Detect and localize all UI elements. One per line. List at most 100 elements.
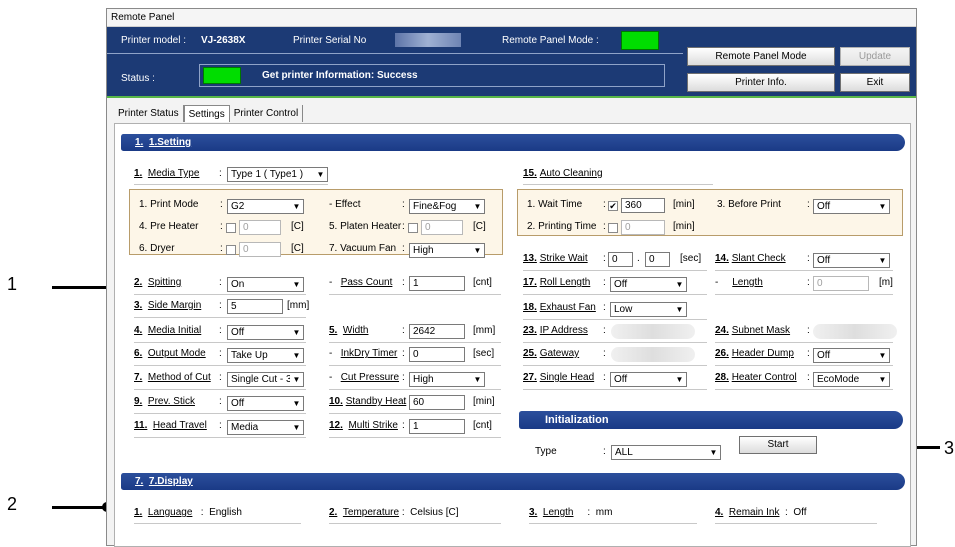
setting-section-title: 1.Setting xyxy=(148,137,192,148)
chevron-down-icon: ▼ xyxy=(290,397,303,410)
before-print-select[interactable]: Off ▼ xyxy=(813,199,890,214)
output-mode-select[interactable]: Take Up ▼ xyxy=(227,348,304,363)
cut-pressure-label: - Cut Pressure xyxy=(329,372,400,383)
chevron-down-icon: ▼ xyxy=(876,200,889,213)
exhaust-fan-select[interactable]: Low ▼ xyxy=(610,302,687,317)
setting-section-header[interactable]: 1. 1.Setting xyxy=(121,134,905,151)
single-head-label: 27. Single Head xyxy=(523,372,595,383)
wait-time-input[interactable]: 360 xyxy=(621,198,665,213)
remote-panel-window: Remote Panel Printer model : VJ-2638X Pr… xyxy=(106,8,917,547)
media-type-select[interactable]: Type 1 ( Type1 ) ▼ xyxy=(227,167,328,182)
width-input[interactable]: 2642 xyxy=(409,324,465,339)
serial-number-redacted xyxy=(395,33,461,47)
pass-count-input[interactable]: 1 xyxy=(409,276,465,291)
platen-heater-checkbox[interactable] xyxy=(408,223,418,233)
prev-stick-select[interactable]: Off ▼ xyxy=(227,396,304,411)
tab-printer-status[interactable]: Printer Status xyxy=(114,105,184,122)
exhaust-fan-label: 18. Exhaust Fan xyxy=(523,302,596,313)
side-margin-input[interactable]: 5 xyxy=(227,299,283,314)
method-of-cut-select[interactable]: Single Cut - 3 ▼ xyxy=(227,372,304,387)
callout-1: 1 xyxy=(7,274,18,294)
length-input[interactable]: 0 xyxy=(813,276,869,291)
platen-heater-label: 5. Platen Heater xyxy=(329,221,402,232)
print-mode-label: 1. Print Mode xyxy=(139,199,199,210)
display-section-header[interactable]: 7. 7.Display xyxy=(121,473,905,490)
status-message: Get printer Information: Success xyxy=(262,70,418,81)
pre-heater-label: 4. Pre Heater xyxy=(139,221,199,232)
ip-address-label: 23. IP Address xyxy=(523,325,588,336)
chevron-down-icon: ▼ xyxy=(471,373,484,386)
wait-time-label: 1. Wait Time xyxy=(527,199,583,210)
dryer-checkbox[interactable] xyxy=(226,245,236,255)
inkdry-timer-label: - InkDry Timer xyxy=(329,348,398,359)
callout-2: 2 xyxy=(7,494,18,514)
gateway-field[interactable] xyxy=(611,347,695,362)
length-label: - Length xyxy=(715,277,763,288)
dryer-input[interactable]: 0 xyxy=(239,242,281,257)
roll-length-select[interactable]: Off ▼ xyxy=(610,277,687,292)
strike-wait-input-2[interactable]: 0 xyxy=(645,252,670,267)
standby-heat-label: 10. Standby Heat xyxy=(329,396,407,407)
init-type-label: Type xyxy=(535,446,557,457)
chevron-down-icon: ▼ xyxy=(673,303,686,316)
status-indicator xyxy=(203,67,241,84)
print-mode-select[interactable]: G2 ▼ xyxy=(227,199,304,214)
cut-pressure-select[interactable]: High ▼ xyxy=(409,372,485,387)
temperature-label: 2. Temperature : Celsius [C] xyxy=(329,507,459,518)
header-dump-label: 26. Header Dump xyxy=(715,348,794,359)
head-travel-select[interactable]: Media ▼ xyxy=(227,420,304,435)
strike-wait-input-1[interactable]: 0 xyxy=(608,252,633,267)
update-button[interactable]: Update xyxy=(840,47,910,66)
chevron-down-icon: ▼ xyxy=(290,349,303,362)
init-type-select[interactable]: ALL ▼ xyxy=(611,445,721,460)
single-head-select[interactable]: Off ▼ xyxy=(610,372,687,387)
output-mode-label: 6. Output Mode xyxy=(134,348,206,359)
ip-address-field[interactable] xyxy=(611,324,695,339)
header-dump-select[interactable]: Off ▼ xyxy=(813,348,890,363)
spitting-select[interactable]: On ▼ xyxy=(227,277,304,292)
language-label: 1. Language : English xyxy=(134,507,242,518)
multi-strike-input[interactable]: 1 xyxy=(409,419,465,434)
chevron-down-icon: ▼ xyxy=(290,373,303,386)
tab-printer-control[interactable]: Printer Control xyxy=(230,105,304,122)
tab-settings[interactable]: Settings xyxy=(183,105,230,122)
status-label: Status : xyxy=(121,73,155,84)
pre-heater-input[interactable]: 0 xyxy=(239,220,281,235)
status-box: Get printer Information: Success xyxy=(199,64,665,87)
exit-button[interactable]: Exit xyxy=(840,73,910,92)
subnet-mask-field[interactable] xyxy=(813,324,897,339)
chevron-down-icon: ▼ xyxy=(876,254,889,267)
chevron-down-icon: ▼ xyxy=(673,278,686,291)
printer-model-value: VJ-2638X xyxy=(201,35,246,46)
printing-time-checkbox[interactable] xyxy=(608,223,618,233)
chevron-down-icon: ▼ xyxy=(707,446,720,459)
slant-check-select[interactable]: Off ▼ xyxy=(813,253,890,268)
callout-1-line xyxy=(52,286,112,289)
slant-check-label: 14. Slant Check xyxy=(715,253,786,264)
printer-info-button[interactable]: Printer Info. xyxy=(687,73,835,92)
standby-heat-input[interactable]: 60 xyxy=(409,395,465,410)
mode-indicator xyxy=(621,31,659,50)
remote-panel-mode-button[interactable]: Remote Panel Mode xyxy=(687,47,835,66)
width-label: 5. Width xyxy=(329,325,369,336)
pre-heater-checkbox[interactable] xyxy=(226,223,236,233)
accent-divider xyxy=(107,96,916,98)
inkdry-timer-input[interactable]: 0 xyxy=(409,347,465,362)
chevron-down-icon: ▼ xyxy=(471,200,484,213)
wait-time-checkbox[interactable]: ✔ xyxy=(608,201,618,211)
media-initial-select[interactable]: Off ▼ xyxy=(227,325,304,340)
start-button[interactable]: Start xyxy=(739,436,817,454)
multi-strike-label: 12. Multi Strike xyxy=(329,420,398,431)
tab-bar: Printer Status Settings Printer Control xyxy=(114,105,304,122)
effect-label: - Effect xyxy=(329,199,361,210)
vacuum-fan-select[interactable]: High ▼ xyxy=(409,243,485,258)
platen-heater-input[interactable]: 0 xyxy=(421,220,463,235)
heater-control-select[interactable]: EcoMode ▼ xyxy=(813,372,890,387)
display-section-num: 7. xyxy=(135,476,144,487)
effect-select[interactable]: Fine&Fog ▼ xyxy=(409,199,485,214)
chevron-down-icon: ▼ xyxy=(290,200,303,213)
chevron-down-icon: ▼ xyxy=(876,373,889,386)
printing-time-input[interactable]: 0 xyxy=(621,220,665,235)
remain-ink-value: Off xyxy=(793,507,807,518)
before-print-label: 3. Before Print xyxy=(717,199,781,210)
